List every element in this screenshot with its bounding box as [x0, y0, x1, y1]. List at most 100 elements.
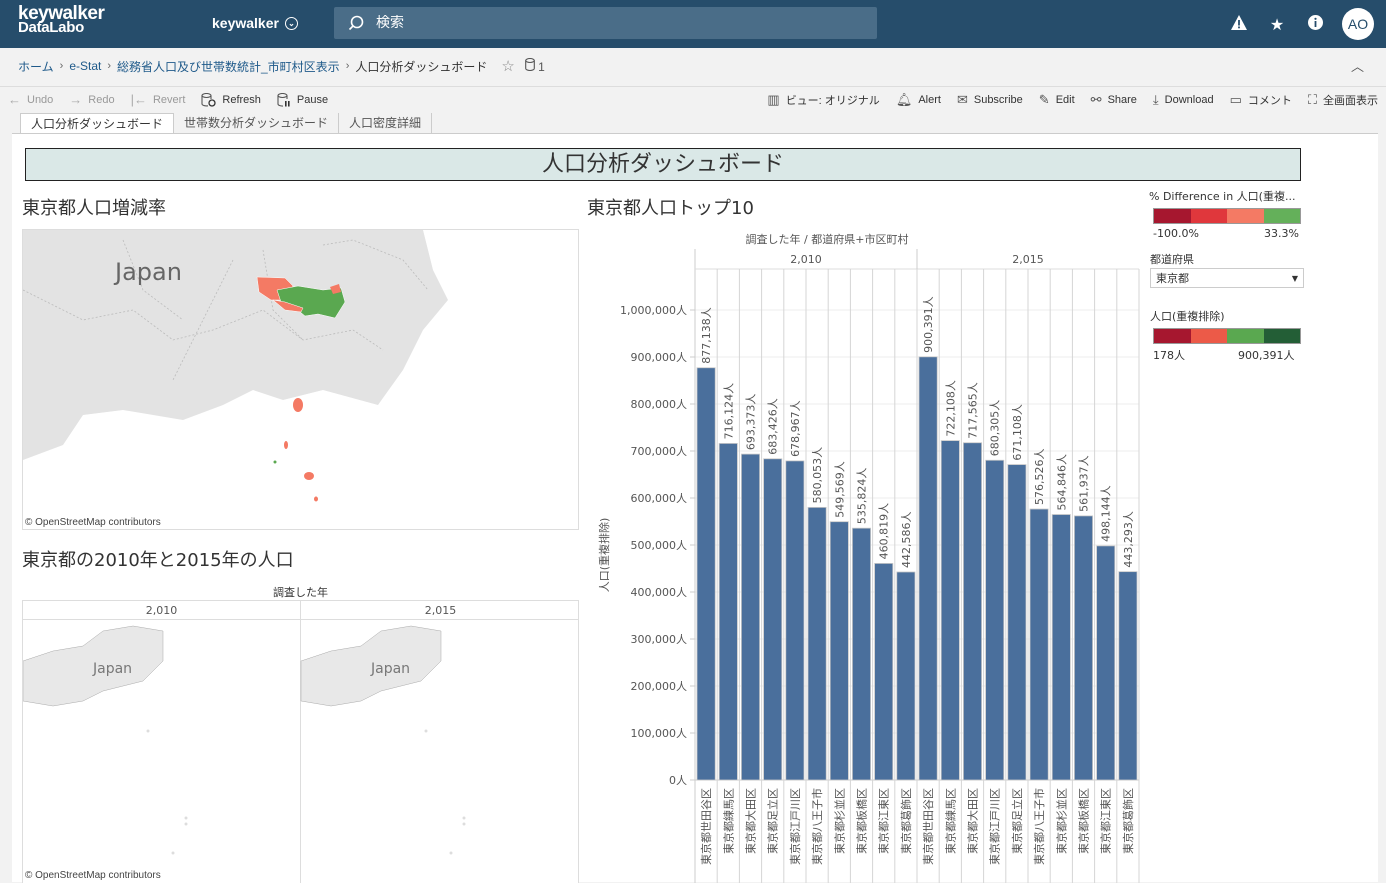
ramp-swatch [1154, 329, 1191, 343]
breadcrumb-workbook[interactable]: 総務省人口及び世帯数統計_市町村区表示 [117, 58, 340, 75]
ramp-swatch [1227, 329, 1264, 343]
site-name: keywalker [212, 15, 279, 31]
y-tick-label: 600,000人 [631, 492, 688, 505]
bar-data-label: 877,138人 [700, 307, 713, 364]
breadcrumb-separator: › [59, 60, 64, 72]
bar [741, 453, 761, 781]
y-tick-label: 500,000人 [631, 539, 688, 552]
pop-legend-title: 人口(重複排除) [1150, 310, 1225, 323]
bar [963, 442, 983, 781]
mail-plus-icon: ✉ [956, 91, 968, 107]
datasource-count: 1 [538, 60, 545, 74]
tab-household-dashboard[interactable]: 世帯数分析ダッシュボード [174, 113, 340, 133]
subscribe-button[interactable]: ✉ Subscribe [949, 92, 1031, 108]
search-box[interactable] [334, 7, 877, 39]
avatar[interactable]: AO [1342, 8, 1374, 40]
bar-data-label: 671,108人 [1011, 404, 1024, 461]
top-icons: ★ AO [1220, 0, 1386, 48]
alert-triangle-icon[interactable] [1220, 14, 1258, 34]
x-category-label: 東京都八王子市 [810, 788, 824, 865]
datasource-indicator[interactable]: 1 [524, 57, 545, 74]
alert-button[interactable]: 🔔︎ Alert [888, 92, 949, 108]
star-icon[interactable]: ★ [1258, 15, 1296, 34]
chevron-down-icon: ⌄ [284, 16, 298, 30]
bar-data-label: 576,526人 [1033, 449, 1046, 506]
x-category-label: 東京都板橋区 [1077, 788, 1091, 854]
subscribe-label: Subscribe [973, 93, 1023, 106]
undo-label: Undo [27, 93, 54, 106]
caret-down-icon: ▼ [1291, 273, 1298, 283]
bar [1074, 515, 1094, 781]
bar [985, 459, 1005, 781]
x-category-label: 東京都足立区 [1010, 788, 1024, 854]
view-chart-icon: ▥ [767, 91, 780, 107]
bar-data-label: 900,391人 [922, 296, 935, 353]
y-axis-label: 人口(重複排除) [597, 518, 611, 593]
bar-data-label: 717,565人 [967, 382, 980, 439]
x-category-label: 東京都杉並区 [1054, 788, 1068, 854]
year-header-label: 2,010 [790, 253, 822, 266]
ramp-swatch [1263, 209, 1300, 223]
breadcrumb-separator: › [345, 60, 350, 72]
x-category-label: 東京都世田谷区 [921, 788, 935, 865]
y-tick-label: 400,000人 [631, 586, 688, 599]
edit-label: Edit [1055, 93, 1075, 106]
bar-data-label: 549,569人 [833, 461, 846, 518]
fullscreen-button[interactable]: ⛶ 全画面表示 [1300, 92, 1386, 108]
fullscreen-icon: ⛶ [1307, 91, 1317, 107]
collapse-chevron-up-icon[interactable]: ︿ [1351, 56, 1364, 75]
logo[interactable]: keywalker DataLabo [18, 4, 105, 35]
refresh-button[interactable]: Refresh [193, 92, 269, 107]
bar-data-label: 535,824人 [856, 468, 869, 525]
search-input[interactable] [376, 15, 856, 31]
bar-data-label: 716,124人 [722, 383, 735, 440]
ramp-swatch [1154, 209, 1191, 223]
breadcrumb: ホーム › e-Stat › 総務省人口及び世帯数統計_市町村区表示 › 人口分… [18, 57, 545, 75]
undo-button[interactable]: ← Undo [0, 92, 61, 107]
comment-button[interactable]: ▭ コメント [1222, 92, 1300, 108]
favorite-star-icon[interactable]: ☆ [501, 57, 514, 75]
y-tick-label: 900,000人 [631, 351, 688, 364]
x-category-label: 東京都板橋区 [855, 788, 869, 854]
x-category-label: 東京都世田谷区 [699, 788, 713, 865]
arrow-right-icon: → [69, 92, 83, 107]
tab-population-dashboard[interactable]: 人口分析ダッシュボード [20, 113, 175, 133]
bar [896, 571, 916, 781]
refresh-database-icon [201, 92, 217, 107]
bar [874, 563, 894, 781]
y-tick-label: 100,000人 [631, 727, 688, 740]
revert-button[interactable]: |← Revert [123, 92, 194, 107]
tab-density-detail[interactable]: 人口密度詳細 [339, 113, 433, 133]
edit-button[interactable]: ✎ Edit [1031, 92, 1083, 108]
x-category-label: 東京都八王子市 [1032, 788, 1046, 865]
fullscreen-label: 全画面表示 [1323, 94, 1378, 107]
x-category-label: 東京都練馬区 [943, 788, 957, 854]
breadcrumb-home[interactable]: ホーム [18, 58, 54, 75]
download-button[interactable]: ⤓ Download [1145, 92, 1222, 108]
bar [918, 356, 938, 781]
x-category-label: 東京都江東区 [1099, 788, 1113, 854]
redo-button[interactable]: → Redo [61, 92, 122, 107]
x-category-label: 東京都足立区 [766, 788, 780, 854]
site-selector[interactable]: keywalker ⌄ [212, 15, 298, 31]
bar-data-label: 561,937人 [1078, 455, 1091, 512]
share-icon: ⚯ [1090, 91, 1102, 107]
top-navigation-bar: keywalker DataLabo keywalker ⌄ ★ AO [0, 0, 1386, 48]
x-category-label: 東京都葛飾区 [1121, 788, 1135, 854]
prefecture-filter-dropdown[interactable]: 東京都 ▼ [1150, 268, 1304, 288]
bar [1007, 464, 1027, 781]
top10-bar-chart[interactable]: 調査した年 / 都道府県+市区町村 0人 100,000人 200,000人 300,0… [12, 134, 1152, 883]
toolbar: ← Undo → Redo |← Revert Refresh Pause ▥ ビュー:… [0, 86, 1386, 112]
bar [852, 527, 872, 781]
breadcrumb-estat[interactable]: e-Stat [69, 59, 101, 73]
share-button[interactable]: ⚯ Share [1083, 92, 1145, 108]
pause-button[interactable]: Pause [269, 92, 336, 107]
chart-header: 調査した年 / 都道府県+市区町村 [746, 232, 909, 246]
y-tick-label: 200,000人 [631, 680, 688, 693]
ramp-swatch [1263, 329, 1300, 343]
alert-label: Alert [918, 93, 941, 106]
view-button[interactable]: ▥ ビュー: オリジナル [759, 92, 887, 108]
y-tick-label: 1,000,000人 [620, 304, 687, 317]
info-icon[interactable] [1296, 14, 1334, 34]
year-header-label: 2,015 [1012, 253, 1044, 266]
